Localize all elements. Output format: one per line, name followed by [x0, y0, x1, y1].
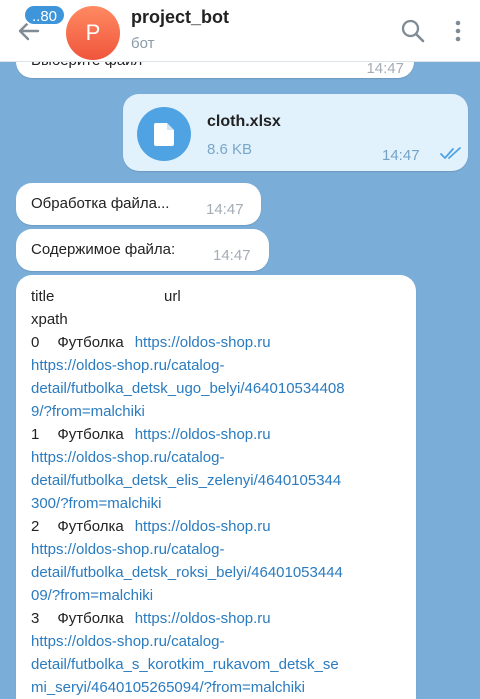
row-index: 1 [31, 426, 40, 443]
contents-header-row: title url [31, 285, 403, 308]
row-name: Футболка [57, 334, 124, 351]
row-name: Футболка [57, 518, 124, 535]
row-link[interactable]: https://oldos-shop.ru/catalog- [31, 630, 403, 653]
column-url: url [164, 288, 181, 305]
row-link[interactable]: mi_seryi/4640105265094/?from=malchiki [31, 676, 403, 699]
file-icon[interactable] [137, 107, 191, 161]
double-check-icon [440, 147, 461, 159]
avatar[interactable]: P [66, 6, 120, 60]
table-row: 0 Футболка https://oldos-shop.ru [31, 331, 403, 354]
row-name: Футболка [57, 426, 124, 443]
row-link[interactable]: https://oldos-shop.ru/catalog- [31, 538, 403, 561]
row-index: 0 [31, 334, 40, 351]
message-time: 14:47 [213, 247, 251, 264]
chat-header: ..80 P project_bot бот [0, 0, 480, 62]
unread-count-badge[interactable]: ..80 [23, 4, 67, 26]
message-file[interactable]: cloth.xlsx 8.6 KB 14:47 [123, 94, 468, 171]
column-title: title [31, 288, 55, 305]
row-name: Футболка [57, 610, 124, 627]
message-time: 14:47 [382, 147, 420, 164]
row-index: 3 [31, 610, 40, 627]
column-xpath: xpath [31, 311, 68, 328]
table-row: 1 Футболка https://oldos-shop.ru [31, 423, 403, 446]
table-row: 3 Футболка https://oldos-shop.ru [31, 607, 403, 630]
row-link[interactable]: https://oldos-shop.ru [135, 610, 271, 627]
row-link[interactable]: https://oldos-shop.ru [135, 518, 271, 535]
row-link[interactable]: 9/?from=malchiki [31, 400, 403, 423]
file-size: 8.6 KB [207, 141, 253, 158]
row-link[interactable]: 09/?from=malchiki [31, 584, 403, 607]
chat-subtitle: бот [131, 35, 155, 52]
row-link[interactable]: 300/?from=malchiki [31, 492, 403, 515]
row-link[interactable]: https://oldos-shop.ru/catalog- [31, 446, 403, 469]
table-row: 2 Футболка https://oldos-shop.ru [31, 515, 403, 538]
message-file-contents[interactable]: title url xpath 0 Футболка https://oldos-s… [16, 275, 416, 699]
file-contents-text: title url xpath 0 Футболка https://oldos-s… [31, 285, 403, 699]
more-menu-icon[interactable] [448, 17, 468, 45]
file-name[interactable]: cloth.xlsx [207, 113, 281, 131]
row-index: 2 [31, 518, 40, 535]
message-text: Обработка файла... [31, 195, 170, 212]
message-processing[interactable]: Обработка файла... 14:47 [16, 183, 261, 225]
row-link[interactable]: detail/futbolka_detsk_roksi_belyi/464010… [31, 561, 403, 584]
row-link[interactable]: https://oldos-shop.ru [135, 426, 271, 443]
search-icon[interactable] [400, 18, 426, 44]
message-text: Содержимое файла: [31, 241, 176, 258]
chat-title[interactable]: project_bot [131, 7, 229, 28]
row-link[interactable]: detail/futbolka_detsk_elis_zelenyi/46401… [31, 469, 403, 492]
message-contents-label[interactable]: Содержимое файла: 14:47 [16, 229, 269, 271]
row-link[interactable]: https://oldos-shop.ru/catalog- [31, 354, 403, 377]
row-link[interactable]: detail/futbolka_s_korotkim_rukavom_detsk… [31, 653, 403, 676]
message-time: 14:47 [366, 60, 404, 77]
message-time: 14:47 [206, 201, 244, 218]
row-link[interactable]: https://oldos-shop.ru [135, 334, 271, 351]
row-link[interactable]: detail/futbolka_detsk_ugo_belyi/46401053… [31, 377, 403, 400]
